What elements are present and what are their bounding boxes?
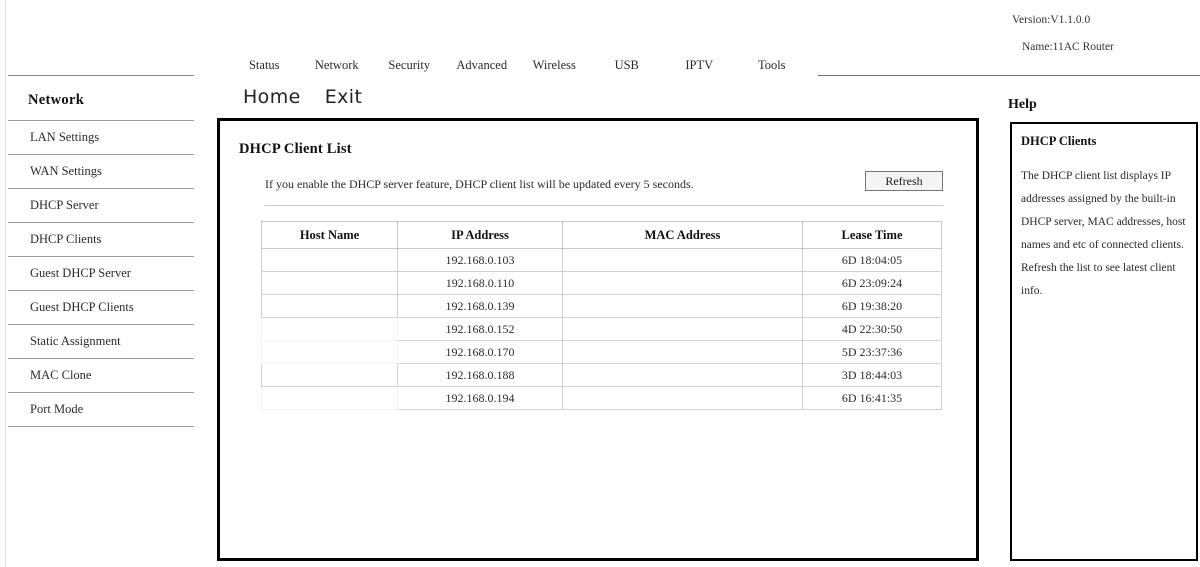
column-header-host-name: Host Name xyxy=(261,221,398,249)
page-title: DHCP Client List xyxy=(239,141,352,157)
nav-item-tools[interactable]: Tools xyxy=(736,58,809,73)
sidebar-item-guest-dhcp-clients[interactable]: Guest DHCP Clients xyxy=(0,291,200,324)
exit-link[interactable]: Exit xyxy=(325,86,363,108)
table-row: 192.168.0.139 6D 19:38:20 xyxy=(261,294,942,318)
main-content-panel: DHCP Client List If you enable the DHCP … xyxy=(217,118,979,561)
table-row: 192.168.0.152 4D 22:30:50 xyxy=(261,317,942,341)
quick-links: Home Exit xyxy=(243,86,362,108)
cell-lease-time: 3D 18:44:03 xyxy=(802,363,942,387)
cell-host-name xyxy=(261,294,398,318)
dhcp-client-table: Host Name IP Address MAC Address Lease Time… xyxy=(261,221,942,410)
cell-ip-address: 192.168.0.194 xyxy=(397,386,563,410)
cell-ip-address: 192.168.0.103 xyxy=(397,248,563,272)
cell-host-name xyxy=(261,317,398,341)
sidebar-item-wan-settings[interactable]: WAN Settings xyxy=(0,155,200,188)
sidebar-title: Network xyxy=(28,92,85,108)
column-header-mac-address: MAC Address xyxy=(562,221,803,249)
cell-mac-address xyxy=(562,248,803,272)
cell-ip-address: 192.168.0.110 xyxy=(397,271,563,295)
cell-lease-time: 4D 22:30:50 xyxy=(802,317,942,341)
cell-host-name xyxy=(261,271,398,295)
nav-divider-left xyxy=(8,75,194,76)
table-row: 192.168.0.110 6D 23:09:24 xyxy=(261,271,942,295)
nav-item-usb[interactable]: USB xyxy=(591,58,664,73)
refresh-button[interactable]: Refresh xyxy=(865,171,943,191)
nav-item-iptv[interactable]: IPTV xyxy=(663,58,736,73)
help-section-title: DHCP Clients xyxy=(1021,134,1097,148)
sidebar-item-port-mode[interactable]: Port Mode xyxy=(0,393,200,426)
table-body: 192.168.0.103 6D 18:04:05 192.168.0.110 6D … xyxy=(261,248,942,410)
help-body-text: The DHCP client list displays IP address… xyxy=(1021,170,1186,297)
column-header-lease-time: Lease Time xyxy=(802,221,942,249)
sidebar-item-mac-clone[interactable]: MAC Clone xyxy=(0,359,200,392)
cell-host-name xyxy=(261,363,398,387)
table-row: 192.168.0.194 6D 16:41:35 xyxy=(261,386,942,410)
cell-host-name xyxy=(261,248,398,272)
table-header-row: Host Name IP Address MAC Address Lease Time xyxy=(261,221,942,249)
cell-host-name xyxy=(261,340,398,364)
cell-lease-time: 5D 23:37:36 xyxy=(802,340,942,364)
panel-divider xyxy=(265,205,943,206)
help-title: Help xyxy=(1008,97,1037,112)
cell-lease-time: 6D 23:09:24 xyxy=(802,271,942,295)
cell-mac-address xyxy=(562,386,803,410)
cell-ip-address: 192.168.0.188 xyxy=(397,363,563,387)
home-link[interactable]: Home xyxy=(243,86,301,108)
sidebar-item-static-assignment[interactable]: Static Assignment xyxy=(0,325,200,358)
sidebar-item-dhcp-server[interactable]: DHCP Server xyxy=(0,189,200,222)
nav-divider-right xyxy=(818,75,1200,76)
sidebar-divider xyxy=(8,426,194,427)
cell-host-name xyxy=(261,386,398,410)
table-row: 192.168.0.103 6D 18:04:05 xyxy=(261,248,942,272)
firmware-version-label: Version:V1.1.0.0 xyxy=(1012,14,1091,26)
cell-ip-address: 192.168.0.170 xyxy=(397,340,563,364)
nav-item-advanced[interactable]: Advanced xyxy=(446,58,519,73)
table-row: 192.168.0.170 5D 23:37:36 xyxy=(261,340,942,364)
cell-mac-address xyxy=(562,294,803,318)
sidebar: Network LAN Settings WAN Settings DHCP Ser… xyxy=(0,80,200,427)
help-panel: DHCP Clients The DHCP client list displa… xyxy=(1010,122,1198,561)
cell-mac-address xyxy=(562,363,803,387)
device-name-label: Name:11AC Router xyxy=(1022,40,1114,53)
cell-lease-time: 6D 16:41:35 xyxy=(802,386,942,410)
cell-ip-address: 192.168.0.152 xyxy=(397,317,563,341)
nav-item-security[interactable]: Security xyxy=(373,58,446,73)
nav-item-network[interactable]: Network xyxy=(301,58,374,73)
sidebar-item-lan-settings[interactable]: LAN Settings xyxy=(0,121,200,154)
sidebar-item-list: LAN Settings WAN Settings DHCP Server DHCP … xyxy=(0,121,200,427)
nav-item-status[interactable]: Status xyxy=(228,58,301,73)
cell-ip-address: 192.168.0.139 xyxy=(397,294,563,318)
cell-lease-time: 6D 19:38:20 xyxy=(802,294,942,318)
cell-mac-address xyxy=(562,317,803,341)
table-row: 192.168.0.188 3D 18:44:03 xyxy=(261,363,942,387)
cell-mac-address xyxy=(562,340,803,364)
cell-mac-address xyxy=(562,271,803,295)
firmware-info: Version:V1.1.0.0 Name:11AC Router xyxy=(1012,14,1197,53)
cell-lease-time: 6D 18:04:05 xyxy=(802,248,942,272)
column-header-ip-address: IP Address xyxy=(397,221,563,249)
sidebar-item-guest-dhcp-server[interactable]: Guest DHCP Server xyxy=(0,257,200,290)
page-description: If you enable the DHCP server feature, D… xyxy=(265,177,694,191)
top-navigation: Status Network Security Advanced Wireless USB… xyxy=(228,58,808,78)
sidebar-item-dhcp-clients[interactable]: DHCP Clients xyxy=(0,223,200,256)
nav-item-wireless[interactable]: Wireless xyxy=(518,58,591,73)
